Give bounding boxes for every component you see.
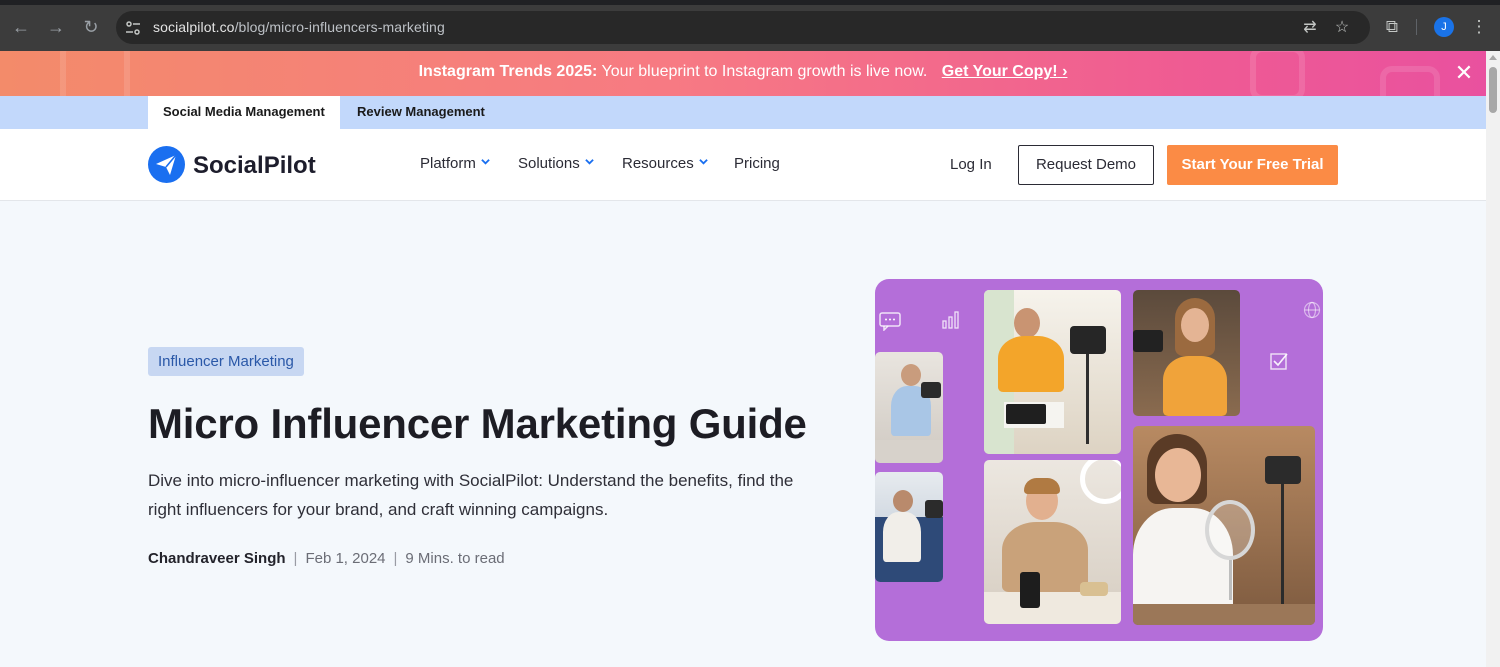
close-icon[interactable]: ✕ xyxy=(1454,62,1474,84)
nav-platform-label: Platform xyxy=(420,155,476,172)
scrollbar-thumb[interactable] xyxy=(1489,67,1497,113)
url-host: socialpilot.co xyxy=(153,19,235,35)
scroll-up-icon[interactable] xyxy=(1489,55,1497,60)
promo-message: Your blueprint to Instagram growth is li… xyxy=(597,63,928,80)
tab-review-management[interactable]: Review Management xyxy=(342,96,500,129)
influencer-photo xyxy=(875,472,943,582)
tab-strip xyxy=(0,0,1500,5)
meta-separator: | xyxy=(293,550,298,567)
influencer-photo xyxy=(984,460,1121,624)
browser-toolbar: ← → ↻ socialpilot.co/blog/micro-influenc… xyxy=(0,0,1500,51)
extensions-icon[interactable]: ⧉ xyxy=(1381,16,1403,38)
chat-bubble-icon xyxy=(879,311,901,336)
hero-image xyxy=(875,279,1323,641)
chevron-right-icon: › xyxy=(1062,63,1068,80)
bar-chart-icon xyxy=(941,309,961,334)
nav-solutions-label: Solutions xyxy=(518,155,580,172)
promo-text: Instagram Trends 2025: Your blueprint to… xyxy=(0,63,1486,81)
logo-wordmark: SocialPilot xyxy=(193,152,316,179)
author-name[interactable]: Chandraveer Singh xyxy=(148,550,286,567)
product-switch-bar: Social Media Management Review Managemen… xyxy=(0,96,1486,129)
nav-platform[interactable]: Platform xyxy=(420,155,490,172)
article-meta: Chandraveer Singh | Feb 1, 2024 | 9 Mins. to… xyxy=(148,550,505,567)
chevron-down-icon xyxy=(698,159,708,165)
site-info-icon[interactable] xyxy=(124,19,142,37)
reload-icon[interactable]: ↻ xyxy=(79,15,103,39)
site-header: SocialPilot Platform Solutions Resources… xyxy=(0,129,1486,201)
address-bar[interactable]: socialpilot.co/blog/micro-influencers-ma… xyxy=(116,11,1370,44)
nav-resources[interactable]: Resources xyxy=(622,155,708,172)
toolbar-separator xyxy=(1416,19,1417,35)
start-free-trial-button[interactable]: Start Your Free Trial xyxy=(1167,145,1338,185)
promo-cta-link[interactable]: Get Your Copy! › xyxy=(942,63,1068,80)
influencer-photo xyxy=(984,290,1121,454)
translate-icon[interactable]: ⇄ xyxy=(1300,18,1320,38)
chevron-down-icon xyxy=(584,159,594,165)
influencer-photo xyxy=(1133,290,1240,416)
meta-separator: | xyxy=(393,550,398,567)
page-description: Dive into micro-influencer marketing wit… xyxy=(148,471,794,519)
url-path: /blog/micro-influencers-marketing xyxy=(234,19,445,35)
category-tag[interactable]: Influencer Marketing xyxy=(148,347,304,376)
influencer-photo xyxy=(1133,426,1315,625)
nav-pricing[interactable]: Pricing xyxy=(734,155,780,172)
nav-solutions[interactable]: Solutions xyxy=(518,155,594,172)
globe-icon xyxy=(1303,301,1321,324)
promo-banner: Instagram Trends 2025: Your blueprint to… xyxy=(0,51,1486,96)
chevron-down-icon xyxy=(481,159,490,165)
checkbox-icon xyxy=(1269,351,1289,376)
promo-cta-label: Get Your Copy! xyxy=(941,63,1058,80)
forward-icon[interactable]: → xyxy=(44,15,68,39)
page-scrollbar[interactable] xyxy=(1486,51,1500,667)
influencer-photo xyxy=(875,352,943,463)
page-title: Micro Influencer Marketing Guide xyxy=(148,400,807,447)
nav-resources-label: Resources xyxy=(622,155,694,172)
nav-pricing-label: Pricing xyxy=(734,155,780,172)
publish-date: Feb 1, 2024 xyxy=(305,550,386,567)
tab-social-media-management[interactable]: Social Media Management xyxy=(148,96,340,129)
profile-avatar[interactable]: J xyxy=(1434,17,1454,37)
browser-menu-icon[interactable]: ⋮ xyxy=(1468,16,1490,38)
url-text[interactable]: socialpilot.co/blog/micro-influencers-ma… xyxy=(153,19,445,35)
promo-bold: Instagram Trends 2025: xyxy=(418,63,598,80)
paper-plane-logo-icon xyxy=(148,146,185,183)
back-icon[interactable]: ← xyxy=(9,15,33,39)
read-time: 9 Mins. to read xyxy=(405,550,505,567)
login-link[interactable]: Log In xyxy=(950,156,992,173)
request-demo-button[interactable]: Request Demo xyxy=(1018,145,1154,185)
bookmark-star-icon[interactable]: ☆ xyxy=(1332,18,1352,38)
